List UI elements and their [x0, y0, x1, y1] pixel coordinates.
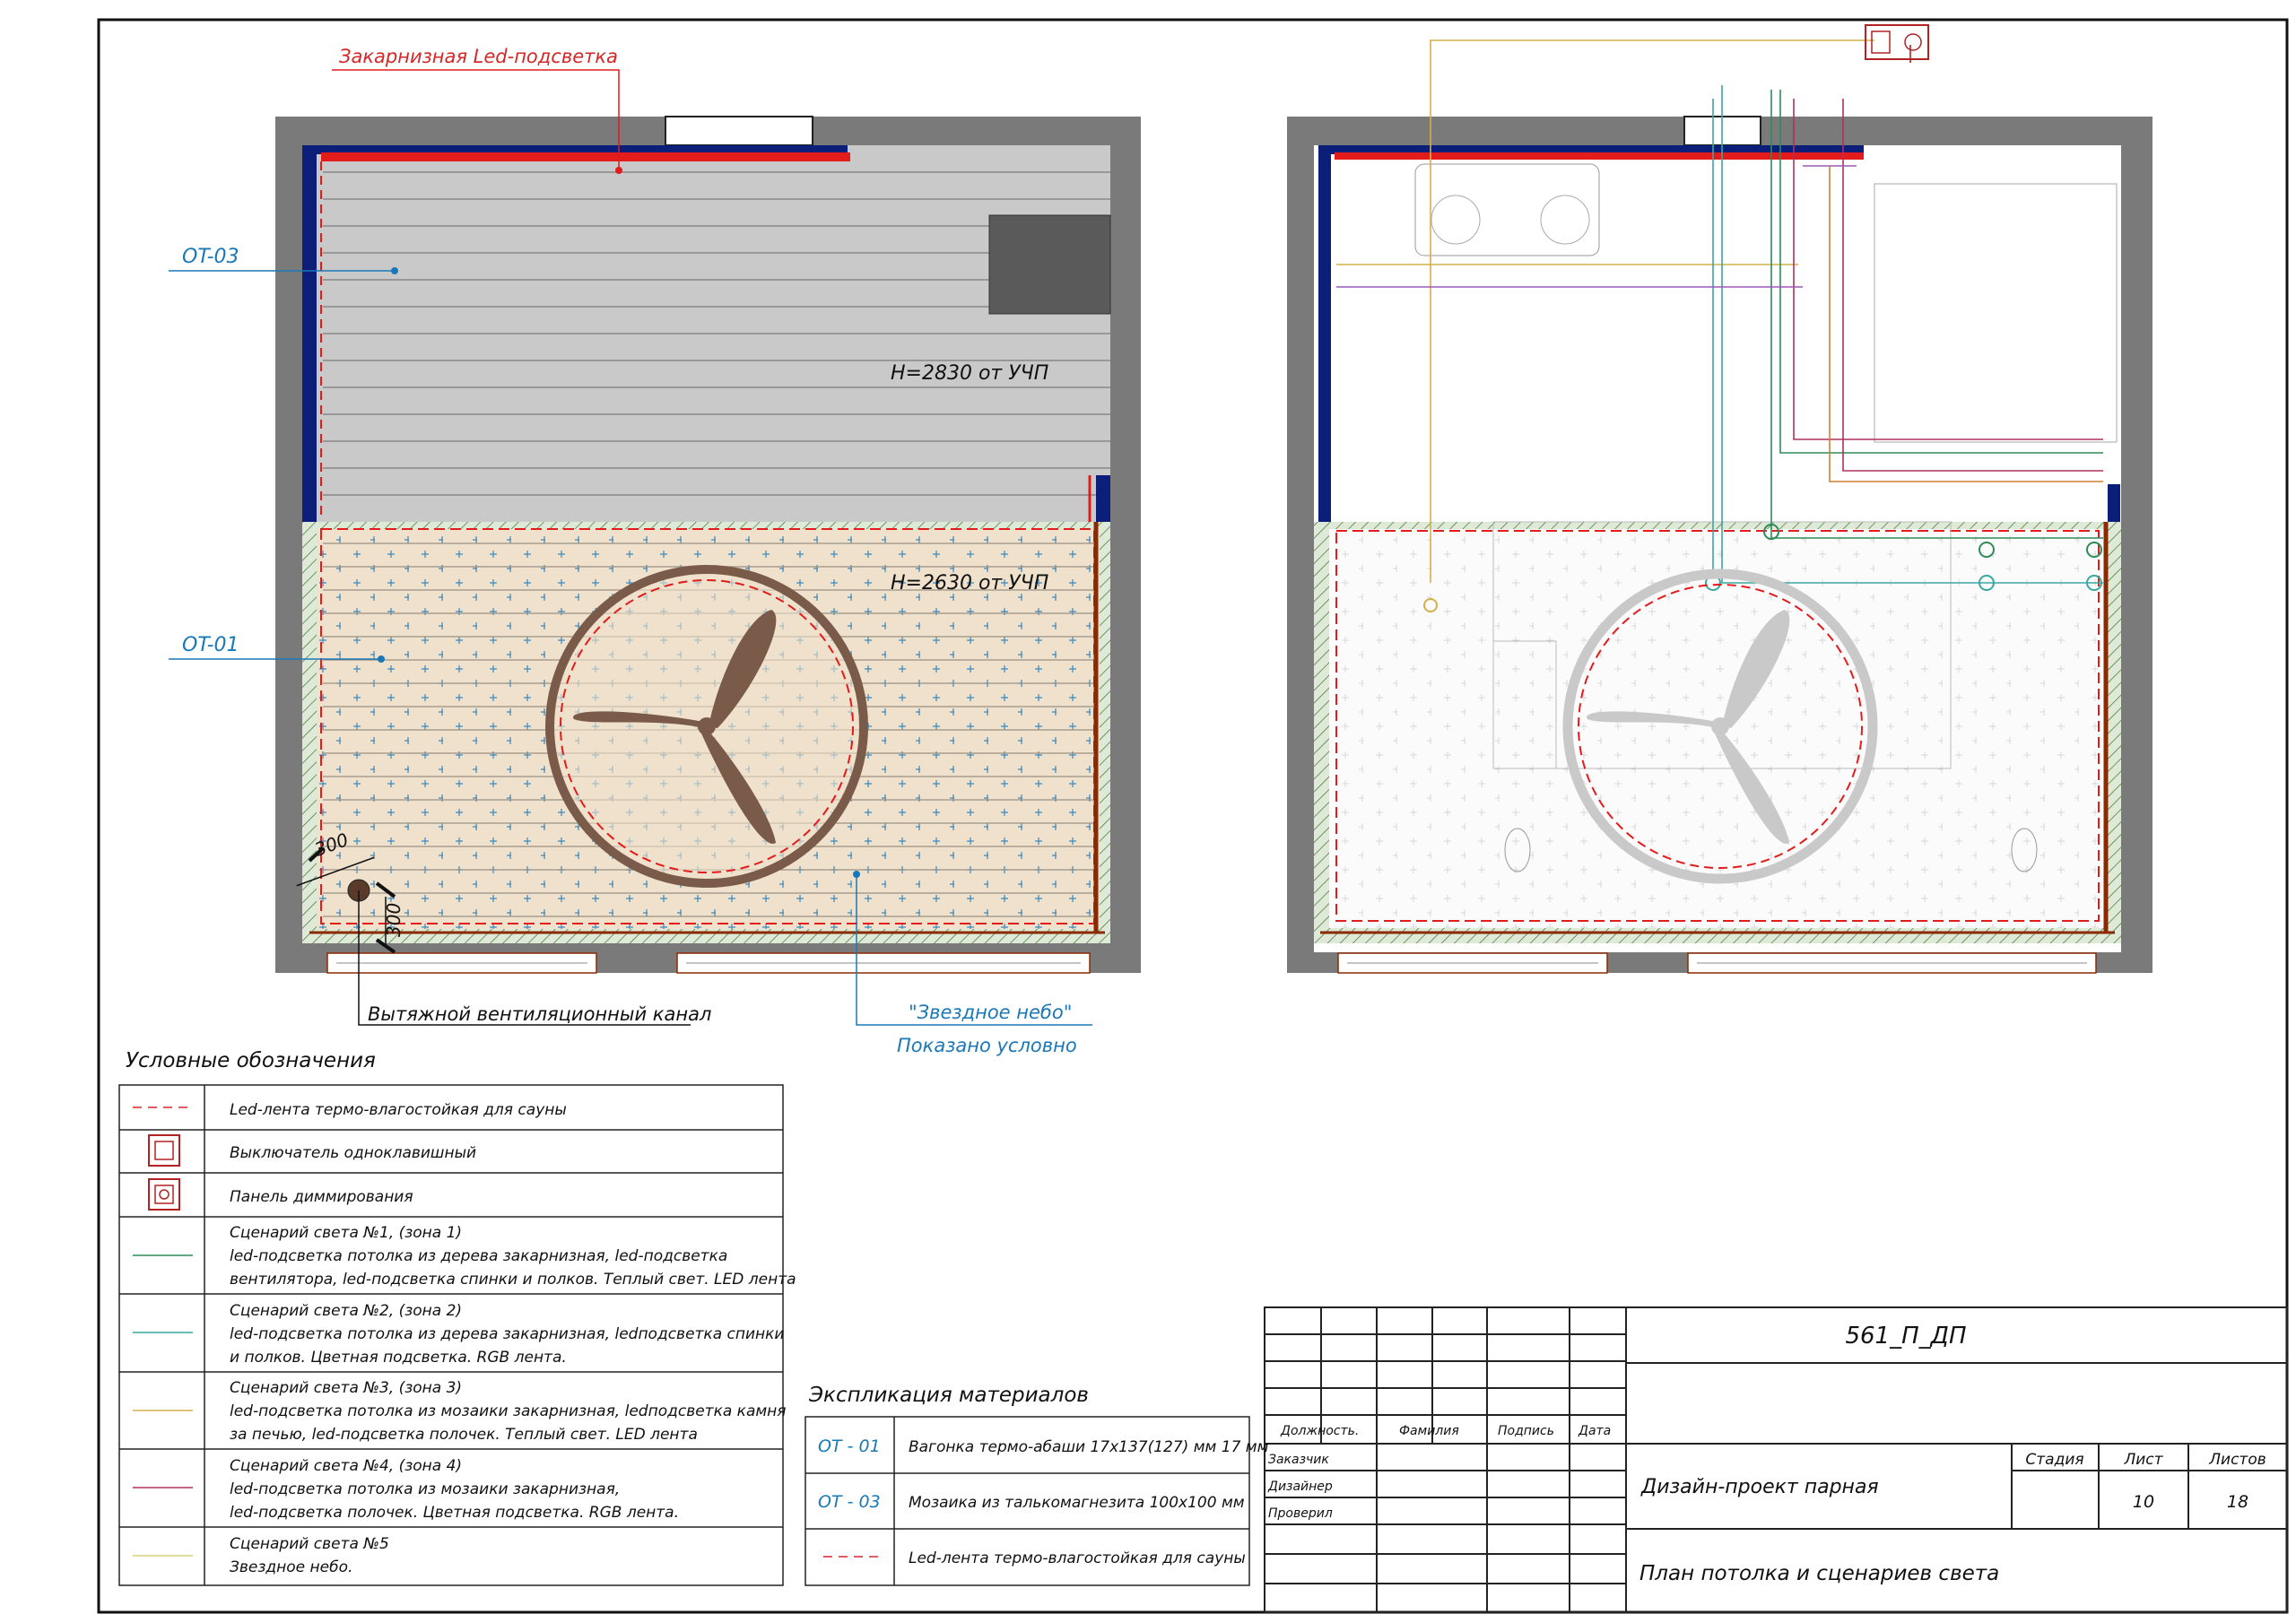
legend-item-7-line: led-подсветка потолка из мозаики закарни… — [230, 1480, 620, 1498]
project-name: Дизайн-проект парная — [1640, 1476, 1879, 1498]
starry-sky-label: "Звездное небо" — [909, 1002, 1072, 1023]
legend-text: Условные обозначения Led-лента термо-вла… — [126, 1049, 796, 1576]
stamp-role-designer: Дизайнер — [1267, 1480, 1333, 1494]
ot03-label: OT-03 — [182, 246, 239, 268]
plan1-top-opening — [665, 116, 813, 146]
legend-item-2: Выключатель одноклавишный — [230, 1144, 476, 1162]
legend-item-8-title: Сценарий света №5 — [230, 1535, 389, 1553]
legend-item-8-line: Звездное небо. — [230, 1558, 352, 1576]
dimension-b-label: 300 — [383, 903, 404, 937]
legend-item-4-title: Сценарий света №1, (зона 1) — [230, 1224, 462, 1242]
explication-text: Экспликация материалов OT - 01 Вагонка т… — [808, 1384, 1269, 1567]
starry-sky-note: Показано условно — [897, 1035, 1077, 1056]
sheet-value: 10 — [2133, 1492, 2154, 1512]
legend-title: Условные обозначения — [126, 1049, 376, 1072]
legend-item-5-title: Сценарий света №2, (зона 2) — [230, 1302, 462, 1320]
legend-item-7-line: led-подсветка полочек. Цветная подсветка… — [230, 1504, 679, 1522]
sheets-label: Листов — [2208, 1451, 2266, 1469]
stamp-col-date: Дата — [1578, 1424, 1611, 1438]
legend-item-3: Панель диммирования — [230, 1188, 413, 1206]
plan1-cornice-led — [321, 152, 850, 161]
ceiling-plan-2 — [1287, 24, 2152, 974]
height-lower-label: H=2630 от УЧП — [891, 572, 1048, 595]
stage-label: Стадия — [2025, 1451, 2083, 1469]
cornice-led-label: Закарнизная Led-подсветка — [339, 46, 618, 67]
plan1-navy-wall — [302, 145, 317, 522]
explication-code-1: OT - 01 — [818, 1436, 881, 1456]
explication-text-2: Мозаика из талькомагнезита 100х100 мм — [909, 1494, 1245, 1512]
explication-code-2: OT - 03 — [818, 1492, 881, 1512]
stamp-col-sign: Подпись — [1498, 1424, 1554, 1438]
legend-item-4-line: led-подсветка потолка из дерева закарниз… — [230, 1247, 727, 1265]
height-upper-label: H=2830 от УЧП — [891, 362, 1048, 385]
stamp-col-role: Должность. — [1280, 1424, 1359, 1438]
stamp-role-customer: Заказчик — [1268, 1453, 1329, 1467]
sheets-value: 18 — [2227, 1492, 2248, 1512]
plan2-switch-box — [1865, 24, 1929, 60]
ot01-label: OT-01 — [182, 634, 239, 656]
legend-item-6-line: за печью, led-подсветка полочек. Теплый … — [230, 1426, 698, 1444]
legend-item-7-title: Сценарий света №4, (зона 4) — [230, 1457, 462, 1475]
legend-item-6-line: led-подсветка потолка из мозаики закарни… — [230, 1402, 787, 1420]
stamp-role-checker: Проверил — [1268, 1506, 1333, 1521]
legend-item-5-line: led-подсветка потолка из дерева закарниз… — [230, 1325, 784, 1343]
legend-symbols — [133, 1107, 193, 1557]
ceiling-plan-drawing: Закарнизная Led-подсветка OT-03 OT-01 H=… — [97, 18, 2289, 1614]
stamp-col-name: Фамилия — [1399, 1424, 1459, 1438]
explication-title: Экспликация материалов — [808, 1384, 1089, 1407]
vent-channel-label: Вытяжной вентиляционный канал — [368, 1003, 711, 1025]
legend-item-1: Led-лента термо-влагостойкая для сауны — [230, 1101, 567, 1119]
explication-text-1: Вагонка термо-абаши 17х137(127) мм 17 мм — [909, 1438, 1269, 1456]
ceiling-plan-1 — [169, 69, 1141, 1026]
sheet-title: План потолка и сценариев света — [1639, 1562, 1999, 1585]
explication-text-3: Led-лента термо-влагостойкая для сауны — [909, 1549, 1246, 1567]
project-code: 561_П_ДП — [1845, 1323, 1966, 1350]
legend-item-6-title: Сценарий света №3, (зона 3) — [230, 1379, 462, 1397]
plan1-stove-block — [988, 214, 1111, 315]
legend-item-4-line: вентилятора, led-подсветка спинки и полк… — [230, 1271, 796, 1289]
legend-item-5-line: и полков. Цветная подсветка. RGB лента. — [230, 1349, 567, 1367]
sheet-label: Лист — [2123, 1451, 2163, 1469]
